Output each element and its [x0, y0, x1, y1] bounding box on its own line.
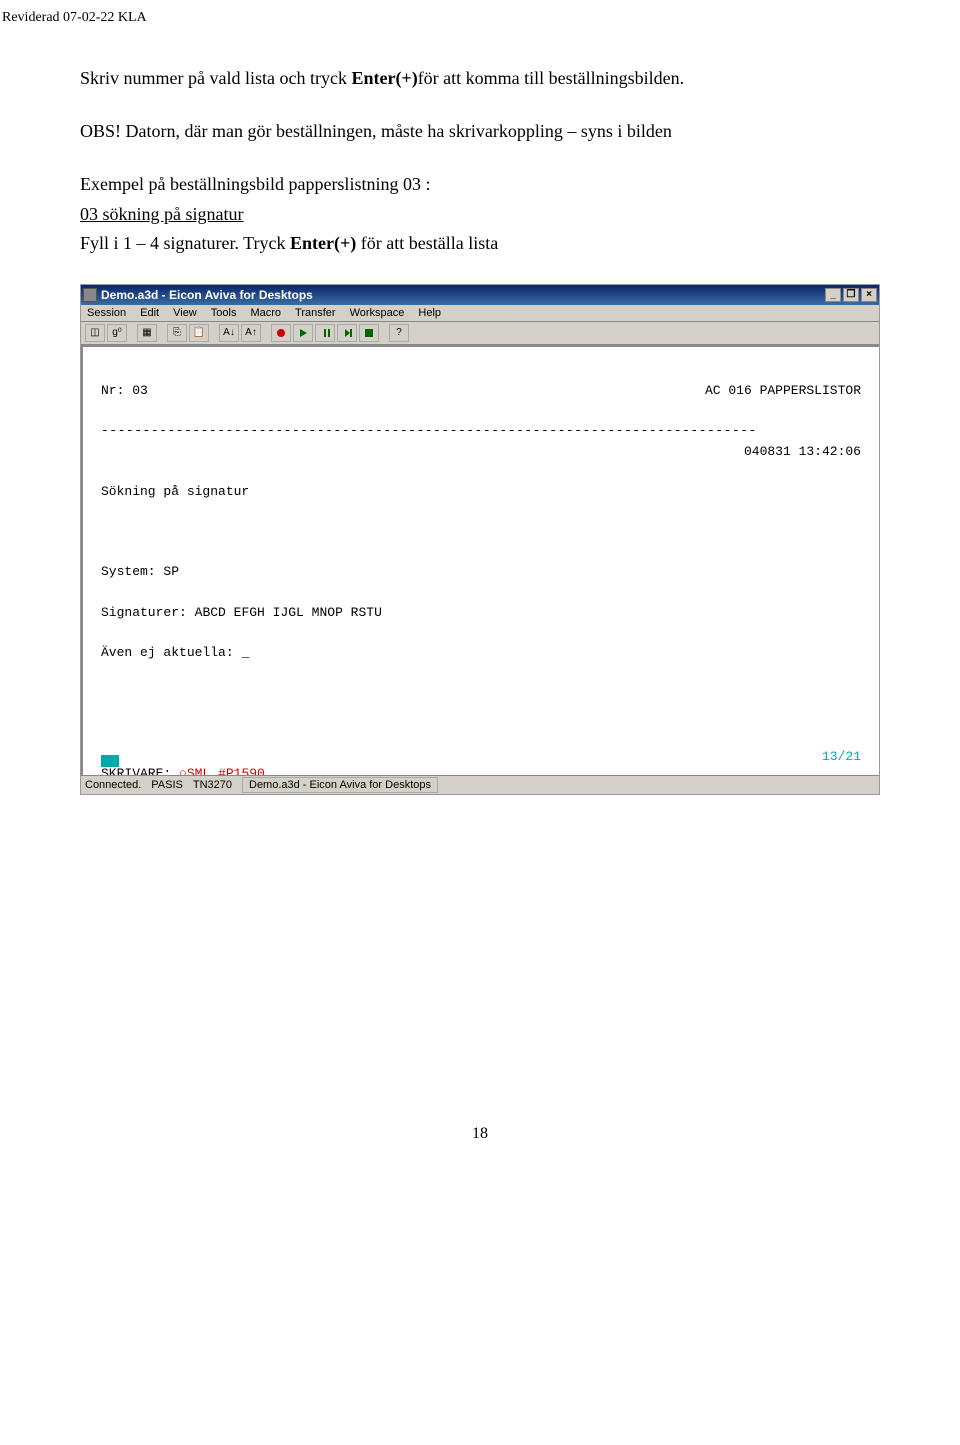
toolbar-btn-help-icon[interactable]: ?	[389, 324, 409, 342]
revision-header: Reviderad 07-02-22 KLA	[0, 0, 960, 26]
window-buttons: _ ❐ ×	[825, 288, 877, 302]
fill-instruction: Fyll i 1 – 4 signaturer. Tryck Enter(+) …	[80, 231, 880, 256]
toolbar: ◫ g⁰ ▦ ⎘ 📋 A↓ A↑ ?	[81, 322, 879, 345]
window-titlebar: Demo.a3d - Eicon Aviva for Desktops _ ❐ …	[81, 285, 879, 305]
signaturer-value: ABCD EFGH IJGL MNOP RSTU	[195, 605, 382, 620]
status-tn: TN3270	[193, 779, 232, 791]
fill-a: Fyll i 1 – 4 signaturer. Tryck	[80, 233, 290, 253]
cursor-position: 13/21	[822, 747, 861, 767]
nr-value: 03	[132, 383, 148, 398]
toolbar-btn-paste[interactable]: 📋	[189, 324, 209, 342]
intro1-a: Skriv nummer på vald lista och tryck	[80, 68, 351, 88]
menu-help[interactable]: Help	[418, 307, 441, 319]
even-value: _	[241, 645, 249, 660]
signaturer-label: Signaturer:	[101, 605, 187, 620]
menu-edit[interactable]: Edit	[140, 307, 159, 319]
taskbar-app[interactable]: Demo.a3d - Eicon Aviva for Desktops	[242, 777, 438, 793]
toolbar-btn-next-icon[interactable]	[337, 324, 357, 342]
even-label: Även ej aktuella:	[101, 645, 234, 660]
fill-b: Enter(+)	[290, 233, 356, 253]
close-button[interactable]: ×	[861, 288, 877, 302]
toolbar-btn-stop-icon[interactable]	[359, 324, 379, 342]
menubar: Session Edit View Tools Macro Transfer W…	[81, 305, 879, 322]
sub-title: 03 sökning på signatur	[80, 202, 880, 227]
menu-session[interactable]: Session	[87, 307, 126, 319]
intro-paragraph-1: Skriv nummer på vald lista och tryck Ent…	[80, 66, 880, 91]
cursor-icon	[101, 755, 119, 767]
fill-c: för att beställa lista	[356, 233, 498, 253]
toolbar-btn-font-inc[interactable]: A↑	[241, 324, 261, 342]
intro1-c: för att komma till beställningsbilden.	[418, 68, 684, 88]
intro1-b: Enter(+)	[351, 68, 417, 88]
window-title: Demo.a3d - Eicon Aviva for Desktops	[101, 288, 825, 302]
toolbar-btn-pause-icon[interactable]	[315, 324, 335, 342]
terminal-area[interactable]: Nr: 03 AC 016 PAPPERSLISTOR -------------…	[81, 345, 879, 775]
system-label: System:	[101, 564, 156, 579]
statusbar: Connected. PASIS TN3270 Demo.a3d - Eicon…	[81, 775, 879, 794]
skrivare-value: ○SML.#P1590	[179, 766, 265, 775]
timestamp: 040831 13:42:06	[744, 442, 861, 462]
dash-line-1: ----------------------------------------…	[101, 423, 757, 438]
terminal-footer: 13/21	[101, 747, 861, 767]
page-number: 18	[80, 1125, 880, 1143]
app-icon	[83, 288, 97, 302]
header-right: AC 016 PAPPERSLISTOR	[705, 381, 861, 401]
menu-macro[interactable]: Macro	[250, 307, 281, 319]
page-content: Skriv nummer på vald lista och tryck Ent…	[0, 26, 960, 1153]
minimize-button[interactable]: _	[825, 288, 841, 302]
intro-paragraph-2: OBS! Datorn, där man gör beställningen, …	[80, 119, 880, 144]
toolbar-btn-copy[interactable]: ⎘	[167, 324, 187, 342]
embedded-screenshot: Demo.a3d - Eicon Aviva for Desktops _ ❐ …	[80, 284, 880, 795]
toolbar-btn-record-icon[interactable]	[271, 324, 291, 342]
toolbar-btn-ga[interactable]: g⁰	[107, 324, 127, 342]
menu-transfer[interactable]: Transfer	[295, 307, 336, 319]
system-value: SP	[163, 564, 179, 579]
terminal-heading: Sökning på signatur	[101, 484, 249, 499]
nr-label: Nr:	[101, 383, 124, 398]
menu-view[interactable]: View	[173, 307, 197, 319]
example-title: Exempel på beställningsbild papperslistn…	[80, 172, 880, 197]
menu-workspace[interactable]: Workspace	[350, 307, 405, 319]
toolbar-btn-3[interactable]: ▦	[137, 324, 157, 342]
status-connected: Connected.	[85, 779, 141, 791]
skrivare-label: SKRIVARE:	[101, 766, 171, 775]
toolbar-btn-1[interactable]: ◫	[85, 324, 105, 342]
toolbar-btn-play-icon[interactable]	[293, 324, 313, 342]
toolbar-btn-font-dec[interactable]: A↓	[219, 324, 239, 342]
status-pasis: PASIS	[151, 779, 183, 791]
menu-tools[interactable]: Tools	[211, 307, 237, 319]
maximize-button[interactable]: ❐	[843, 288, 859, 302]
